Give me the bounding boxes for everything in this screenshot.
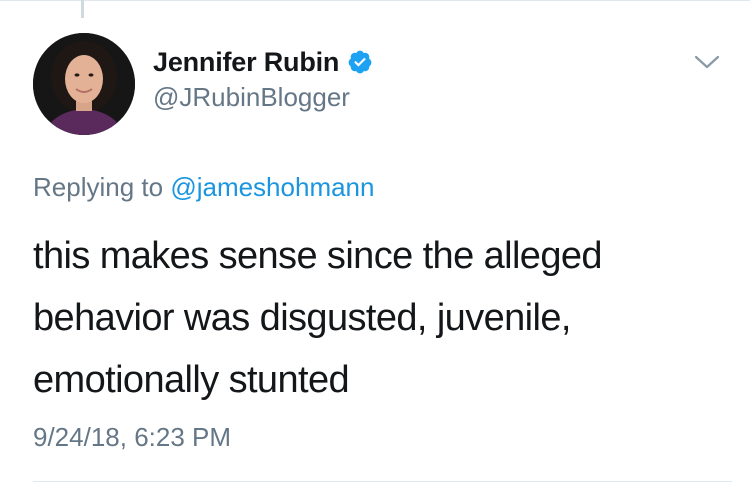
author-display-name[interactable]: Jennifer Rubin: [153, 47, 339, 78]
tweet-timestamp[interactable]: 9/24/18, 6:23 PM: [33, 422, 231, 453]
avatar-photo-icon: [33, 33, 135, 135]
tweet-text-line: this makes sense since the alleged: [33, 235, 603, 277]
top-border: [0, 0, 750, 1]
tweet-text-line: behavior was disgusted, juvenile,: [33, 297, 571, 339]
reply-mention-link[interactable]: @jameshohmann: [170, 172, 374, 202]
author-name-row: Jennifer Rubin: [153, 45, 373, 79]
chevron-down-icon[interactable]: [693, 52, 721, 72]
bottom-divider: [33, 481, 732, 482]
avatar[interactable]: [33, 33, 135, 135]
tweet-text: this makes sense since the alleged behav…: [33, 225, 733, 411]
replying-to-label: Replying to: [33, 172, 164, 202]
thread-connector-line: [81, 0, 84, 18]
tweet-text-line: emotionally stunted: [33, 359, 350, 401]
replying-to-line: Replying to @jameshohmann: [33, 172, 374, 203]
author-handle[interactable]: @JRubinBlogger: [153, 82, 350, 113]
verified-badge-icon: [347, 49, 373, 75]
